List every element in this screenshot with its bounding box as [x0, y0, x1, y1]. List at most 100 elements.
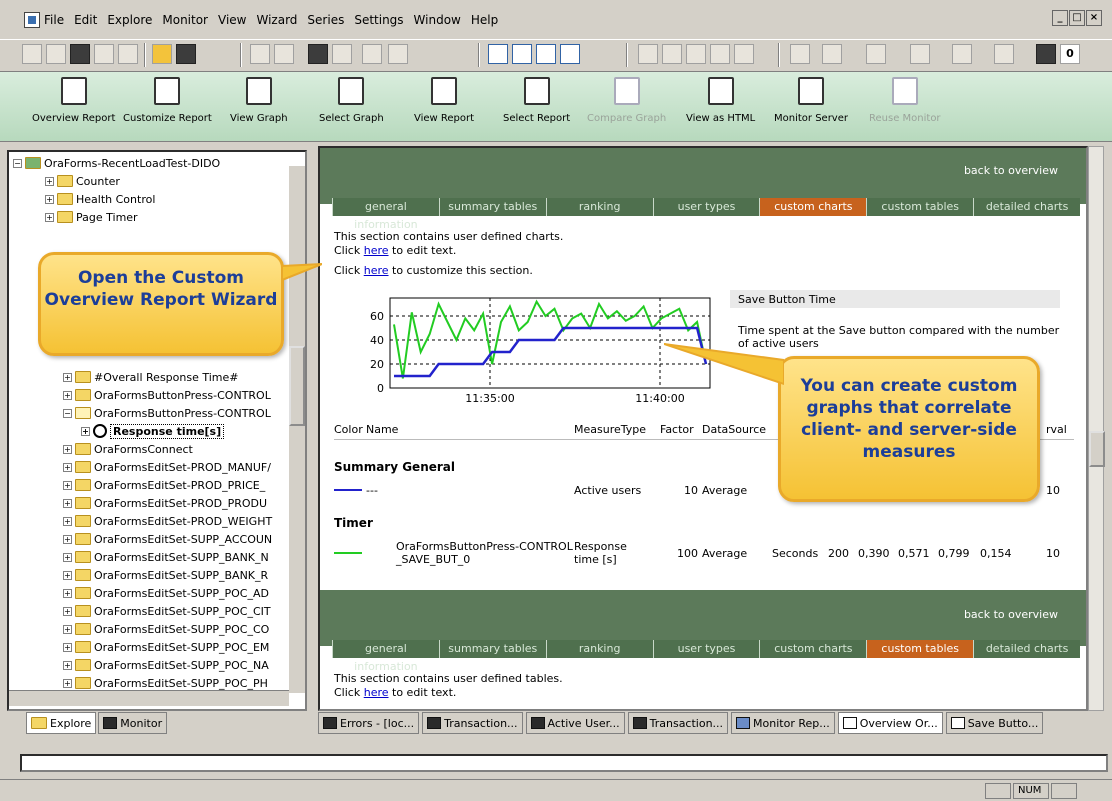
tree-item[interactable]: + OraFormsEditSet-SUPP_BANK_N	[63, 548, 269, 566]
collapse-icon[interactable]: −	[63, 408, 72, 418]
tab-ranking[interactable]: ranking	[545, 640, 653, 658]
tree-item[interactable]: + OraFormsEditSet-SUPP_POC_EM	[63, 638, 269, 656]
tree-item[interactable]: + OraFormsEditSet-SUPP_POC_CO	[63, 620, 269, 638]
expand-icon[interactable]: +	[63, 390, 72, 400]
expand-icon[interactable]: +	[63, 498, 72, 508]
expand-icon[interactable]: +	[63, 444, 72, 454]
command-input[interactable]	[20, 754, 1108, 772]
open-folder-icon[interactable]	[152, 44, 172, 64]
chart-window-icon[interactable]	[560, 44, 580, 64]
edit-text-link[interactable]: here	[364, 244, 389, 257]
tab-custom-tables[interactable]: custom tables	[866, 640, 974, 658]
expand-icon[interactable]: +	[63, 588, 72, 598]
expand-icon[interactable]: +	[63, 552, 72, 562]
expand-icon[interactable]: +	[63, 624, 72, 634]
save-all-icon[interactable]	[70, 44, 90, 64]
doc-tab[interactable]: Errors - [loc...	[318, 712, 420, 734]
expand-icon[interactable]: +	[63, 606, 72, 616]
play-icon[interactable]	[362, 44, 382, 64]
tab-user-types[interactable]: user types	[652, 198, 760, 216]
tree-item[interactable]: + OraFormsEditSet-SUPP_POC_CIT	[63, 602, 271, 620]
tree-item[interactable]: − OraFormsButtonPress-CONTROL	[63, 404, 271, 422]
expand-icon[interactable]: +	[63, 678, 72, 688]
report-icon[interactable]	[118, 44, 138, 64]
restore-button[interactable]: □	[1069, 10, 1085, 26]
menu-view[interactable]: View	[218, 13, 246, 27]
tab-user-types[interactable]: user types	[652, 640, 760, 658]
back-to-overview-link[interactable]: back to overview	[964, 608, 1058, 621]
monitor-icon[interactable]	[308, 44, 328, 64]
tree-item[interactable]: + OraFormsEditSet-PROD_PRODU	[63, 494, 267, 512]
report-vscroll[interactable]	[1088, 146, 1105, 711]
menu-file[interactable]: File	[44, 13, 64, 27]
tab-explore[interactable]: Explore	[26, 712, 97, 734]
reuse-monitor-button[interactable]: Reuse Monitor	[869, 77, 941, 124]
highlight-icon[interactable]	[512, 44, 532, 64]
menu-window[interactable]: Window	[414, 13, 461, 27]
expand-icon[interactable]: +	[63, 534, 72, 544]
scale-icon[interactable]	[638, 44, 658, 64]
doc-tab[interactable]: Transaction...	[627, 712, 729, 734]
sort-icon[interactable]	[866, 44, 886, 64]
edit-text-link[interactable]: here	[364, 686, 389, 699]
expand-icon[interactable]: +	[45, 194, 54, 204]
tree-root[interactable]: − OraForms-RecentLoadTest-DIDO	[13, 154, 220, 172]
customize-report-button[interactable]: Customize Report	[123, 77, 212, 124]
report-scroll-thumb[interactable]	[1089, 431, 1105, 467]
doc-tab[interactable]: Transaction...	[422, 712, 523, 734]
window-icon[interactable]	[536, 44, 556, 64]
tab-custom-charts[interactable]: custom charts	[759, 198, 867, 216]
customize-link[interactable]: here	[364, 264, 389, 277]
power-icon[interactable]	[952, 44, 972, 64]
view-graph-button[interactable]: View Graph	[230, 77, 288, 124]
tree-icon[interactable]	[994, 44, 1014, 64]
tree-item[interactable]: + OraFormsButtonPress-CONTROL	[63, 386, 271, 404]
tab-custom-tables[interactable]: custom tables	[866, 198, 973, 216]
menu-series[interactable]: Series	[307, 13, 344, 27]
view-report-button[interactable]: View Report	[414, 77, 474, 124]
box-icon[interactable]	[790, 44, 810, 64]
menu-wizard[interactable]: Wizard	[256, 13, 297, 27]
tree-item[interactable]: + OraFormsEditSet-PROD_PRICE_	[63, 476, 265, 494]
tab-general-information[interactable]: general information	[332, 640, 439, 673]
overview-report-button[interactable]: Overview Report	[32, 77, 115, 124]
tree-item-selected[interactable]: + Response time[s]	[81, 422, 225, 440]
counter-field[interactable]: 0	[1060, 44, 1080, 64]
menu-explore[interactable]: Explore	[107, 13, 152, 27]
tree-item[interactable]: + Counter	[45, 172, 120, 190]
menu-edit[interactable]: Edit	[74, 13, 97, 27]
back-to-overview-link[interactable]: back to overview	[964, 164, 1058, 177]
expand-icon[interactable]: +	[63, 462, 72, 472]
graph2-icon[interactable]	[274, 44, 294, 64]
tree-item[interactable]: + OraFormsEditSet-SUPP_POC_AD	[63, 584, 269, 602]
expand-icon[interactable]: +	[45, 212, 54, 222]
pencil-icon[interactable]	[388, 44, 408, 64]
select-graph-button[interactable]: Select Graph	[319, 77, 384, 124]
tree-item[interactable]: + OraFormsConnect	[63, 440, 193, 458]
tab-monitor[interactable]: Monitor	[98, 712, 168, 734]
tab-detailed-charts[interactable]: detailed charts	[973, 640, 1080, 658]
doc-tab[interactable]: Monitor Rep...	[731, 712, 835, 734]
expand-icon[interactable]: +	[63, 480, 72, 490]
view-as-html-button[interactable]: View as HTML	[686, 77, 755, 124]
workspace-icon[interactable]	[94, 44, 114, 64]
minimize-button[interactable]: _	[1052, 10, 1068, 26]
tree-item[interactable]: + OraFormsEditSet-SUPP_BANK_R	[63, 566, 268, 584]
doc-tab-active[interactable]: Overview Or...	[837, 712, 943, 734]
tab-detailed-charts[interactable]: detailed charts	[973, 198, 1080, 216]
doc-icon[interactable]	[46, 44, 66, 64]
tree-item[interactable]: + OraFormsEditSet-PROD_WEIGHT	[63, 512, 272, 530]
select-report-button[interactable]: Select Report	[503, 77, 570, 124]
tab-ranking[interactable]: ranking	[545, 198, 653, 216]
app-icon[interactable]	[24, 12, 40, 28]
expand-icon[interactable]: +	[45, 176, 54, 186]
expand-icon[interactable]: +	[63, 516, 72, 526]
collapse-icon[interactable]: −	[13, 158, 22, 168]
doc-tab[interactable]: Save Butto...	[945, 712, 1044, 734]
tab-custom-charts[interactable]: custom charts	[759, 640, 866, 658]
tab-summary-tables[interactable]: summary tables	[438, 198, 546, 216]
table-row[interactable]: OraFormsButtonPress-CONTROL_SAVE_BUT_0 R…	[334, 536, 1074, 570]
monitor-server-button[interactable]: Monitor Server	[774, 77, 848, 124]
expand-icon[interactable]: +	[81, 426, 90, 436]
tree-hscroll[interactable]	[9, 690, 289, 706]
